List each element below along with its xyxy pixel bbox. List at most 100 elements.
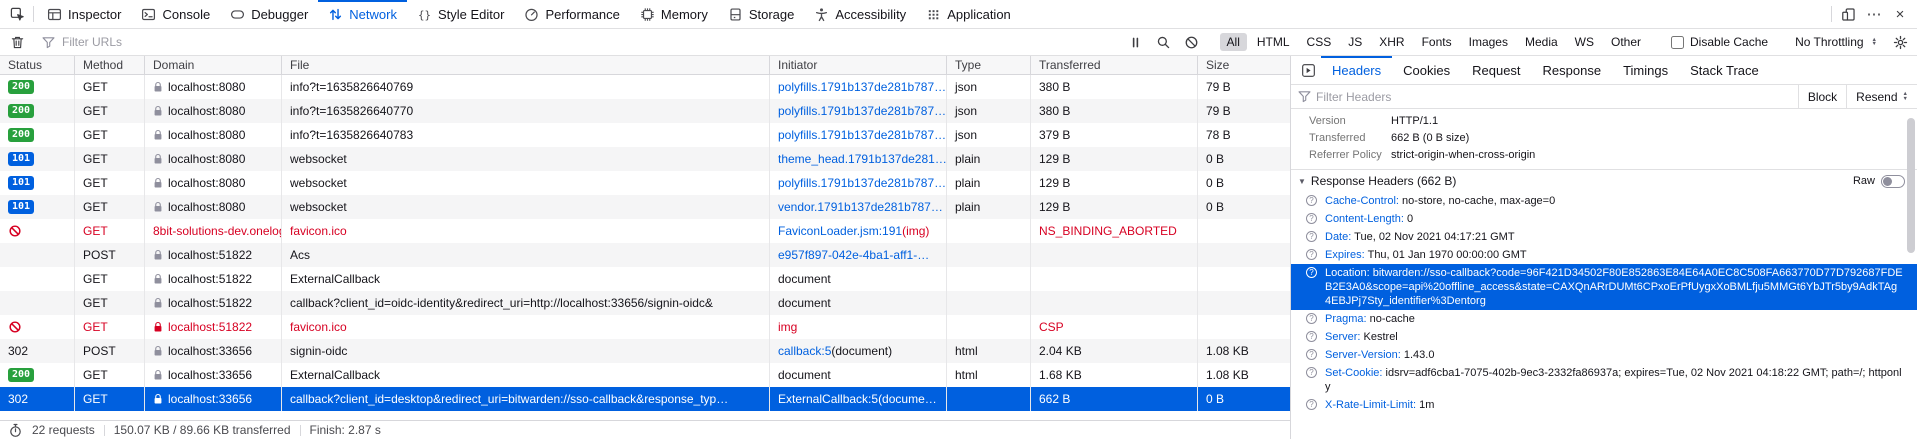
tab-style-editor[interactable]: {}Style Editor	[407, 0, 514, 28]
column-header-method[interactable]: Method	[75, 56, 145, 74]
filter-pill-xhr[interactable]: XHR	[1372, 33, 1411, 51]
tab-performance[interactable]: Performance	[514, 0, 629, 28]
column-header-status[interactable]: Status	[0, 56, 75, 74]
column-header-file[interactable]: File	[282, 56, 770, 74]
help-icon[interactable]: ?	[1306, 313, 1317, 324]
network-request-row[interactable]: 302POSTlocalhost:33656signin-oidccallbac…	[0, 339, 1290, 363]
clear-requests-button[interactable]	[4, 35, 30, 50]
help-icon[interactable]: ?	[1306, 231, 1317, 242]
help-icon[interactable]: ?	[1306, 213, 1317, 224]
response-header-row[interactable]: ?Location: bitwarden://sso-callback?code…	[1291, 264, 1917, 310]
help-icon[interactable]: ?	[1306, 367, 1317, 378]
tab-inspector[interactable]: Inspector	[37, 0, 131, 28]
help-icon[interactable]: ?	[1306, 267, 1317, 278]
tab-accessibility[interactable]: Accessibility	[804, 0, 916, 28]
initiator-link[interactable]: FaviconLoader.jsm:191	[778, 224, 902, 238]
responsive-design-mode-button[interactable]	[1835, 0, 1861, 28]
help-icon[interactable]: ?	[1306, 195, 1317, 206]
column-header-domain[interactable]: Domain	[145, 56, 282, 74]
help-icon[interactable]: ?	[1306, 331, 1317, 342]
network-request-row[interactable]: 200GETlocalhost:8080info?t=1635826640769…	[0, 75, 1290, 99]
network-action-button[interactable]	[1295, 56, 1321, 84]
column-header-transferred[interactable]: Transferred	[1031, 56, 1198, 74]
disable-cache-checkbox[interactable]	[1671, 36, 1684, 49]
header-name: Content-Length:	[1325, 213, 1407, 225]
filter-pill-css[interactable]: CSS	[1300, 33, 1339, 51]
resend-button[interactable]: Resend ▲▼	[1846, 85, 1917, 108]
filter-pill-js[interactable]: JS	[1341, 33, 1369, 51]
initiator-link[interactable]: theme_head.1791b137de281…	[778, 152, 947, 166]
network-request-row[interactable]: 200GETlocalhost:33656ExternalCallbackdoc…	[0, 363, 1290, 387]
details-scrollbar[interactable]	[1907, 118, 1915, 253]
network-request-row[interactable]: 200GETlocalhost:8080info?t=1635826640783…	[0, 123, 1290, 147]
network-request-row[interactable]: 101GETlocalhost:8080websocketpolyfills.1…	[0, 171, 1290, 195]
network-settings-button[interactable]	[1887, 35, 1913, 50]
request-blocking-button[interactable]	[1179, 35, 1205, 50]
header-value: Tue, 02 Nov 2021 04:17:21 GMT	[1354, 231, 1514, 243]
response-header-row[interactable]: ?Expires: Thu, 01 Jan 1970 00:00:00 GMT	[1291, 246, 1917, 264]
column-header-initiator[interactable]: Initiator	[770, 56, 947, 74]
search-button[interactable]	[1151, 35, 1177, 50]
tab-memory[interactable]: Memory	[630, 0, 718, 28]
details-tab-response[interactable]: Response	[1532, 56, 1613, 84]
tab-debugger[interactable]: Debugger	[220, 0, 318, 28]
network-request-row[interactable]: GETlocalhost:51822ExternalCallbackdocume…	[0, 267, 1290, 291]
response-header-row[interactable]: ?Pragma: no-cache	[1291, 310, 1917, 328]
details-tab-request[interactable]: Request	[1461, 56, 1531, 84]
details-tab-stack-trace[interactable]: Stack Trace	[1679, 56, 1770, 84]
response-header-row[interactable]: ?Set-Cookie: idsrv=adf6cba1-7075-402b-9e…	[1291, 364, 1917, 396]
response-header-row[interactable]: ?Server-Version: 1.43.0	[1291, 346, 1917, 364]
help-icon[interactable]: ?	[1306, 349, 1317, 360]
pause-traffic-button[interactable]	[1123, 35, 1149, 50]
pick-element-button[interactable]	[4, 0, 30, 28]
tab-application[interactable]: Application	[916, 0, 1021, 28]
initiator-link[interactable]: callback:5	[778, 344, 831, 358]
initiator-link[interactable]: e957f897-042e-4ba1-aff1-…	[778, 248, 929, 262]
initiator-link[interactable]: polyfills.1791b137de281b787…	[778, 176, 946, 190]
filter-pill-other[interactable]: Other	[1604, 33, 1648, 51]
initiator-link[interactable]: vendor.1791b137de281b787…	[778, 200, 943, 214]
devtools-menu-button[interactable]: ⋯	[1861, 0, 1887, 28]
filter-pill-fonts[interactable]: Fonts	[1415, 33, 1459, 51]
disable-cache-option[interactable]: Disable Cache	[1663, 35, 1776, 49]
response-header-row[interactable]: ?Server: Kestrel	[1291, 328, 1917, 346]
block-url-button[interactable]: Block	[1798, 85, 1846, 108]
filter-pill-media[interactable]: Media	[1518, 33, 1565, 51]
response-header-row[interactable]: ?Cache-Control: no-store, no-cache, max-…	[1291, 192, 1917, 210]
filter-pill-all[interactable]: All	[1220, 33, 1247, 51]
network-request-row[interactable]: GETlocalhost:51822favicon.icoimgCSP	[0, 315, 1290, 339]
initiator-link[interactable]: polyfills.1791b137de281b787…	[778, 80, 946, 94]
filter-pill-html[interactable]: HTML	[1250, 33, 1297, 51]
tab-console[interactable]: Console	[131, 0, 220, 28]
response-header-row[interactable]: ?Content-Length: 0	[1291, 210, 1917, 228]
initiator-link[interactable]: polyfills.1791b137de281b787…	[778, 104, 946, 118]
filter-headers-input[interactable]	[1312, 85, 1798, 108]
response-header-row[interactable]: ?Date: Tue, 02 Nov 2021 04:17:21 GMT	[1291, 228, 1917, 246]
network-request-row[interactable]: GET8bit-solutions-dev.onelogin.…favicon.…	[0, 219, 1290, 243]
network-request-row[interactable]: 101GETlocalhost:8080websocketvendor.1791…	[0, 195, 1290, 219]
tab-storage[interactable]: Storage	[718, 0, 805, 28]
network-request-row[interactable]: GETlocalhost:51822callback?client_id=oid…	[0, 291, 1290, 315]
network-request-row[interactable]: 101GETlocalhost:8080websockettheme_head.…	[0, 147, 1290, 171]
initiator-link[interactable]: ExternalCallback:5	[778, 392, 878, 406]
details-tab-timings[interactable]: Timings	[1612, 56, 1679, 84]
help-icon[interactable]: ?	[1306, 399, 1317, 410]
filter-pill-ws[interactable]: WS	[1568, 33, 1601, 51]
response-headers-section[interactable]: ▼ Response Headers (662 B) Raw	[1291, 169, 1917, 192]
network-request-row[interactable]: 302GETlocalhost:33656callback?client_id=…	[0, 387, 1290, 411]
tab-network[interactable]: Network	[318, 0, 407, 28]
column-header-type[interactable]: Type	[947, 56, 1031, 74]
network-request-row[interactable]: POSTlocalhost:51822Acse957f897-042e-4ba1…	[0, 243, 1290, 267]
details-tab-cookies[interactable]: Cookies	[1392, 56, 1461, 84]
help-icon[interactable]: ?	[1306, 249, 1317, 260]
filter-pill-images[interactable]: Images	[1462, 33, 1515, 51]
close-devtools-button[interactable]: ×	[1887, 0, 1913, 28]
initiator-link[interactable]: polyfills.1791b137de281b787…	[778, 128, 946, 142]
raw-toggle[interactable]	[1881, 175, 1905, 188]
filter-urls-input[interactable]	[58, 35, 1121, 49]
response-header-row[interactable]: ?X-Rate-Limit-Limit: 1m	[1291, 396, 1917, 414]
column-header-size[interactable]: Size	[1198, 56, 1290, 74]
network-request-row[interactable]: 200GETlocalhost:8080info?t=1635826640770…	[0, 99, 1290, 123]
details-tab-headers[interactable]: Headers	[1321, 56, 1392, 84]
throttling-select[interactable]: No Throttling ▲▼	[1787, 35, 1885, 49]
